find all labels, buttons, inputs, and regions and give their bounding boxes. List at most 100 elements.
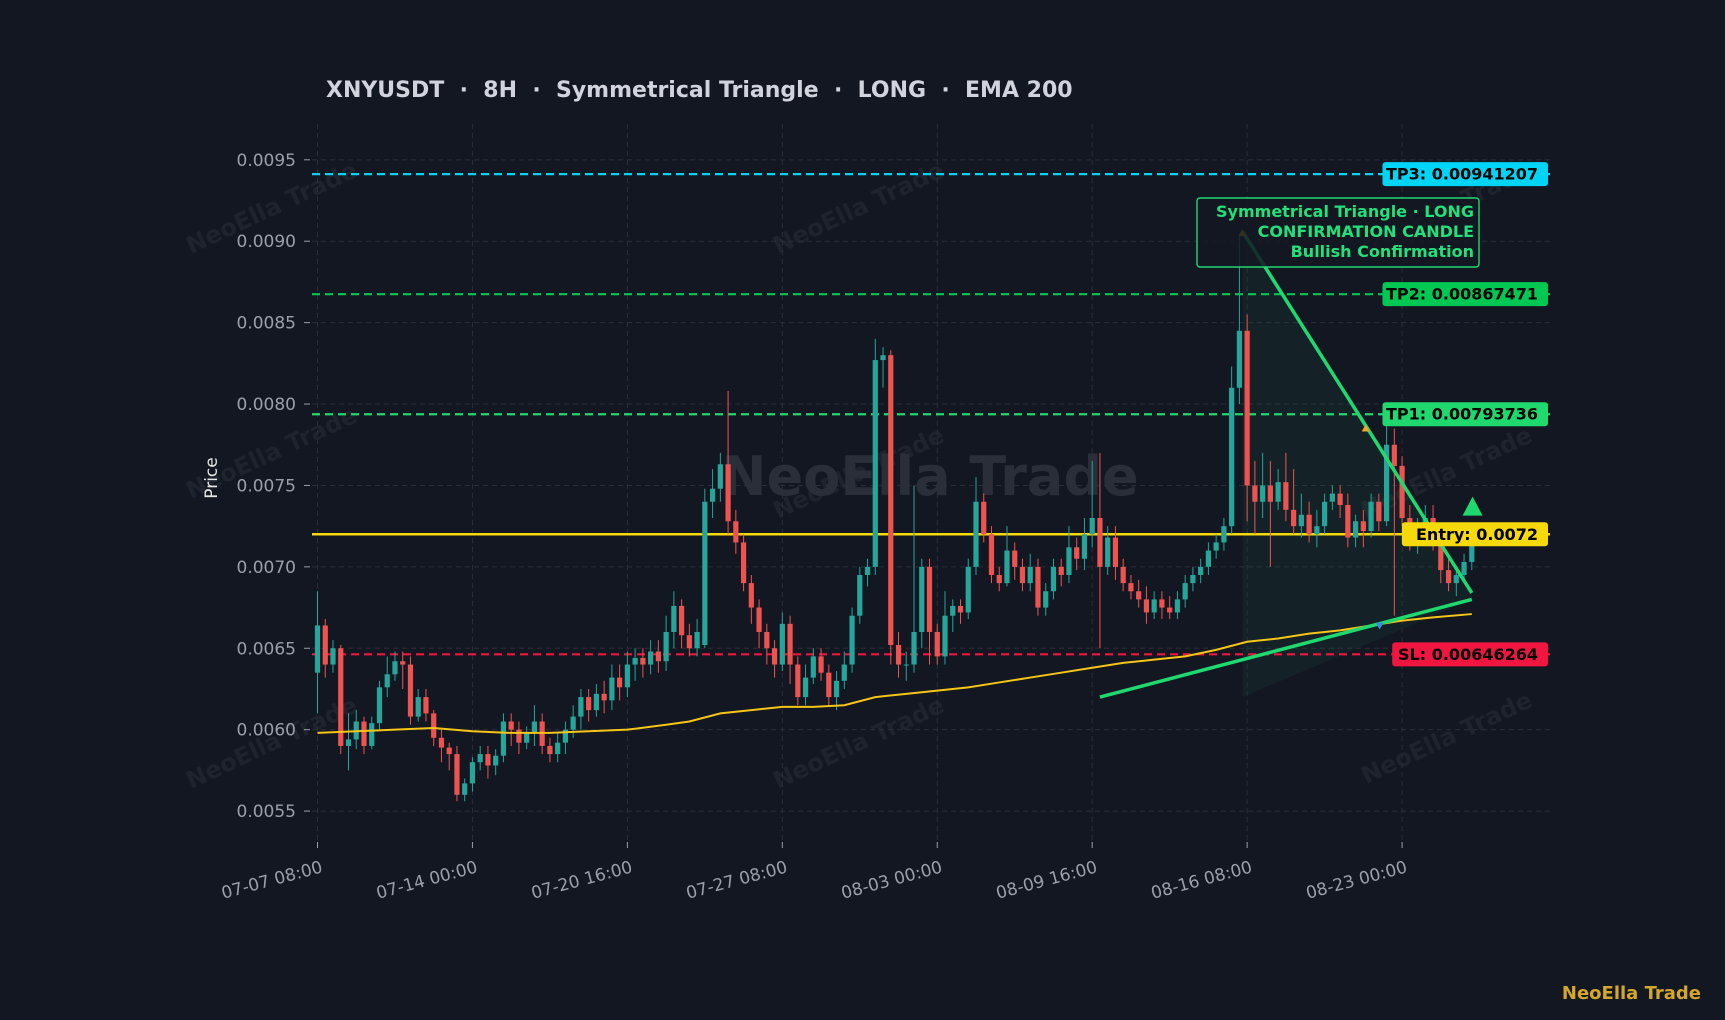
candle-body: [1097, 518, 1103, 567]
candle-body: [1205, 550, 1212, 567]
candle-body: [1136, 591, 1142, 600]
candle-body: [1345, 504, 1351, 538]
candle-body: [841, 664, 847, 681]
candle-body: [485, 754, 491, 766]
candle-body: [1128, 583, 1134, 592]
candle-body: [1019, 566, 1026, 584]
tp1-label: TP1: 0.00793736: [1386, 405, 1538, 424]
candle-body: [1329, 493, 1335, 502]
candle-body: [1314, 526, 1320, 535]
candle-body: [895, 644, 902, 665]
candle-body: [1050, 566, 1057, 592]
candle-body: [1167, 607, 1173, 613]
candle-body: [415, 697, 421, 717]
candle-body: [624, 664, 630, 688]
candle-body: [864, 566, 871, 575]
candle-body: [609, 677, 615, 701]
tp2-label: TP2: 0.00867471: [1386, 285, 1538, 304]
candle-body: [369, 723, 375, 746]
y-tick-label: 0.0095: [237, 151, 296, 171]
candle-body: [1058, 566, 1064, 575]
candle-body: [469, 762, 476, 784]
candle-body: [1360, 521, 1366, 532]
candle-body: [872, 360, 878, 567]
pattern-annotation-line: Bullish Confirmation: [1291, 242, 1474, 261]
candle-body: [1337, 493, 1343, 505]
candle-body: [632, 658, 638, 665]
candle-body: [570, 716, 576, 730]
candle-body: [1252, 485, 1258, 502]
candle-body: [694, 631, 700, 649]
candle-body: [1283, 482, 1289, 510]
candle-body: [849, 615, 855, 665]
candle-body: [462, 783, 468, 795]
candle-body: [725, 464, 731, 522]
candle-body: [663, 631, 669, 662]
candle-body: [1244, 330, 1250, 486]
candle-body: [640, 658, 646, 665]
candle-body: [810, 656, 816, 678]
candle-body: [1267, 485, 1273, 502]
candle-body: [911, 631, 917, 665]
candle-body: [756, 607, 762, 632]
candle-body: [1453, 574, 1459, 584]
candle-body: [423, 697, 429, 714]
candle-body: [973, 501, 979, 567]
candle-body: [1012, 550, 1018, 567]
candle-body: [392, 661, 398, 675]
candle-body: [601, 693, 607, 701]
candle-body: [988, 534, 995, 575]
candle-body: [880, 355, 886, 361]
candle-body: [795, 664, 801, 698]
candle-body: [965, 566, 971, 613]
candle-body: [1291, 509, 1297, 527]
candle-body: [1159, 599, 1165, 608]
candle-body: [593, 693, 599, 711]
candle-body: [555, 742, 561, 755]
candle-body: [617, 677, 623, 688]
brand-watermark: NeoElla Trade: [1561, 983, 1701, 1004]
y-tick-label: 0.0085: [237, 314, 296, 334]
candle-body: [493, 755, 499, 766]
candle-body: [1368, 501, 1374, 532]
pattern-annotation-line: Symmetrical Triangle · LONG: [1216, 202, 1474, 221]
candle-body: [1213, 542, 1219, 551]
candle-body: [446, 747, 452, 755]
candle-body: [1298, 514, 1304, 527]
candle-body: [709, 488, 716, 502]
candle-body: [655, 651, 661, 662]
candle-body: [648, 651, 654, 665]
candle-body: [779, 623, 785, 665]
candle-body: [926, 566, 933, 632]
candle-body: [438, 737, 445, 748]
candle-body: [833, 680, 840, 698]
entry-label: Entry: 0.0072: [1416, 525, 1538, 544]
watermark-center: NeoElla Trade: [721, 445, 1138, 508]
candle-body: [981, 501, 987, 535]
candle-body: [1043, 591, 1049, 608]
candle-body: [431, 713, 437, 738]
candle-body: [686, 635, 692, 649]
candle-body: [671, 605, 677, 632]
candle-body: [740, 542, 747, 584]
candle-body: [826, 672, 832, 698]
candle-body: [888, 355, 894, 645]
candle-body: [857, 574, 863, 616]
candle-body: [1445, 570, 1452, 584]
candle-body: [679, 605, 685, 636]
y-axis-label: Price: [202, 457, 222, 498]
candle-body: [1229, 387, 1235, 527]
candle-body: [1376, 501, 1382, 522]
candle-body: [903, 664, 909, 666]
candle-body: [586, 697, 592, 711]
price-chart: NeoElla TradeNeoElla TradeNeoElla TradeN…: [0, 0, 1725, 1020]
candle-body: [1182, 583, 1188, 600]
candle-body: [322, 625, 328, 665]
candle-body: [1074, 547, 1080, 559]
candle-body: [1391, 444, 1397, 466]
candle-body: [1151, 599, 1157, 613]
candle-body: [531, 721, 538, 733]
candle-body: [516, 729, 522, 743]
candle-body: [1322, 501, 1328, 527]
y-tick-label: 0.0055: [237, 802, 296, 822]
